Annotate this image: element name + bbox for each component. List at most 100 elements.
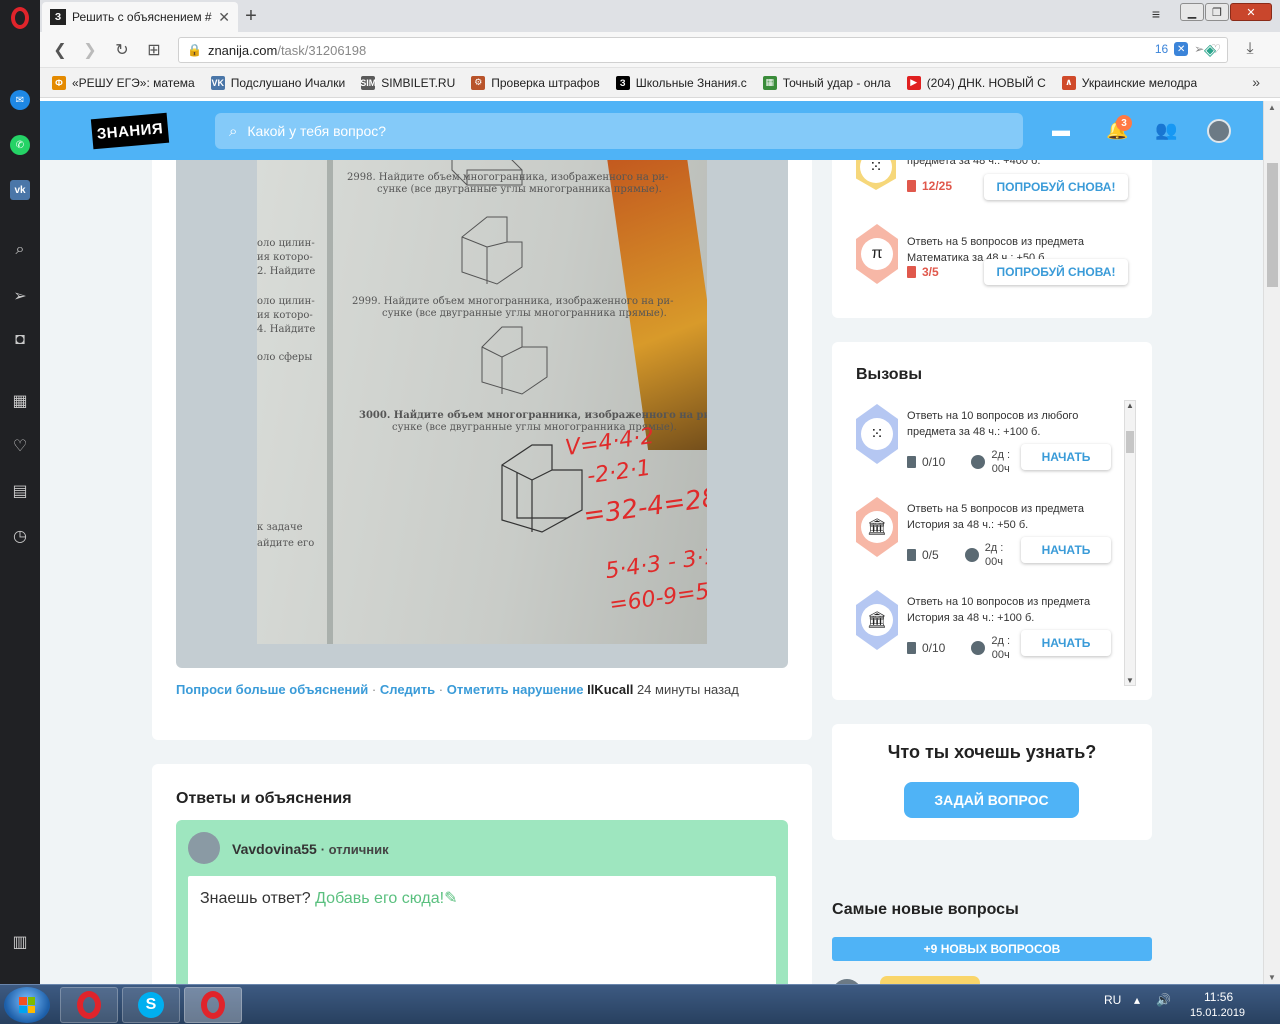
handwriting-line: -2·2·1	[585, 455, 653, 490]
answer-input[interactable]: Знаешь ответ? Добавь его сюда!✎	[188, 876, 776, 984]
opera-menu-icon[interactable]	[8, 6, 32, 30]
tray-arrow-icon[interactable]: ▴	[1134, 993, 1140, 1007]
news-icon[interactable]: ▤	[8, 479, 32, 503]
ask-more-link[interactable]: Попроси больше объяснений	[176, 682, 368, 697]
start-button[interactable]	[4, 987, 50, 1023]
answer-prompt: Знаешь ответ?	[200, 890, 311, 907]
tabs-grid-icon[interactable]: ⊞	[144, 40, 164, 60]
bookmark-item[interactable]: ⚙ Проверка штрафов	[471, 75, 600, 90]
retry-button[interactable]: ПОПРОБУЙ СНОВА!	[984, 259, 1128, 285]
tab-title: Решить с объяснением #	[72, 10, 212, 24]
challenge-progress: 12/25	[907, 179, 952, 193]
question-attachment[interactable]: 2998. Найдите объем многогранника, изобр…	[176, 160, 788, 668]
page-scrollbar[interactable]: ▲ ▼	[1263, 101, 1280, 984]
ask-question-button[interactable]: ЗАДАЙ ВОПРОС	[904, 782, 1079, 818]
bookmarks-more-icon[interactable]: »	[1252, 74, 1260, 90]
book-icon	[907, 266, 916, 278]
bookmark-label: «РЕШУ ЕГЭ»: матема	[72, 75, 195, 90]
bookmark-label: SIMBILET.RU	[381, 75, 456, 90]
reload-icon[interactable]: ↻	[112, 40, 132, 60]
book-icon	[907, 642, 916, 654]
question-author[interactable]: IlKucall	[587, 682, 633, 697]
close-tab-icon[interactable]: ✕	[218, 9, 230, 26]
new-tab-button[interactable]: +	[240, 5, 262, 28]
taskbar-skype[interactable]: S	[122, 987, 180, 1023]
answer-username[interactable]: Vavdovina55	[232, 841, 317, 857]
scroll-thumb[interactable]	[1267, 163, 1278, 287]
challenges-scrollbar[interactable]: ▲ ▼	[1124, 400, 1136, 686]
taskbar-opera[interactable]	[60, 987, 118, 1023]
scroll-thumb[interactable]	[1126, 431, 1134, 453]
challenge-text: предмета за 48 ч.: +400 б.	[907, 160, 1041, 167]
sidebar-toggle-icon[interactable]: ▥	[8, 930, 32, 954]
new-questions-button[interactable]: +9 НОВЫХ ВОПРОСОВ	[832, 937, 1152, 961]
notification-badge: 3	[1116, 115, 1132, 131]
bookmark-item[interactable]: З Школьные Знания.c	[615, 75, 747, 90]
bookmark-item[interactable]: SIM SIMBILET.RU	[361, 75, 456, 90]
bookmark-favicon-icon: ▶	[906, 75, 921, 90]
scroll-down-icon[interactable]: ▼	[1264, 973, 1280, 982]
minimize-button[interactable]: ▁	[1180, 3, 1204, 21]
search-icon: ⌕	[229, 122, 238, 140]
search-box[interactable]: ⌕	[215, 113, 1023, 149]
report-link[interactable]: Отметить нарушение	[447, 682, 584, 697]
whatsapp-icon[interactable]: ✆	[8, 133, 32, 157]
scroll-down-icon[interactable]: ▼	[1125, 676, 1135, 685]
clock-time[interactable]: 11:56	[1204, 990, 1233, 1004]
messages-icon[interactable]: ▬	[1052, 120, 1070, 141]
photo-text-line: сунке (все двугранные углы многогранника…	[382, 308, 667, 319]
polyhedron-drawing	[461, 216, 523, 285]
bookmark-item[interactable]: ∧ Украинские мелодра	[1061, 75, 1197, 90]
vpn-icon[interactable]: ◈	[1200, 40, 1220, 60]
bookmark-item[interactable]: Ф «РЕШУ ЕГЭ»: матема	[52, 75, 195, 90]
bookmark-label: Школьные Знания.c	[635, 75, 747, 90]
close-window-button[interactable]: ✕	[1230, 3, 1272, 21]
vk-icon[interactable]: vk	[8, 178, 32, 202]
photo-text-line: 2. Найдите	[257, 266, 316, 277]
challenges-title: Вызовы	[856, 366, 923, 383]
start-challenge-button[interactable]: НАЧАТЬ	[1021, 630, 1111, 656]
tab-menu-icon[interactable]: ≡	[1144, 5, 1168, 23]
volume-icon[interactable]: 🔊	[1156, 993, 1171, 1007]
clock-icon	[971, 455, 986, 469]
back-icon[interactable]: ❮	[50, 40, 70, 60]
download-icon[interactable]: ⤓	[1240, 40, 1260, 58]
add-answer-link[interactable]: Добавь его сюда!✎	[315, 890, 457, 907]
search-input[interactable]	[247, 123, 948, 139]
bookmark-item[interactable]: ▦ Точный удар - онла	[762, 75, 891, 90]
clock-date[interactable]: 15.01.2019	[1190, 1007, 1245, 1019]
retry-button[interactable]: ПОПРОБУЙ СНОВА!	[984, 174, 1128, 200]
answer-compose-box: Vavdovina55 · отличник Знаешь ответ? Доб…	[176, 820, 788, 984]
bookmark-item[interactable]: VK Подслушано Ичалки	[210, 75, 345, 90]
scroll-up-icon[interactable]: ▲	[1125, 401, 1135, 410]
challenge-progress: 0/5 2д :00ч	[907, 541, 1003, 569]
maximize-button[interactable]: ❐	[1205, 3, 1229, 21]
profile-avatar[interactable]	[1207, 119, 1231, 143]
ad-block-icon[interactable]: ✕	[1174, 42, 1189, 56]
scroll-up-icon[interactable]: ▲	[1264, 103, 1280, 112]
language-indicator[interactable]: RU	[1104, 993, 1121, 1007]
skype-icon: S	[138, 992, 164, 1018]
bookmarks-bar: Ф «РЕШУ ЕГЭ»: матема VK Подслушано Ичалки SI…	[40, 68, 1280, 98]
start-challenge-button[interactable]: НАЧАТЬ	[1021, 537, 1111, 563]
history-icon[interactable]: ◷	[8, 524, 32, 548]
friends-icon[interactable]: 👥	[1155, 120, 1177, 141]
search-icon[interactable]: ⌕	[8, 238, 32, 262]
messenger-icon[interactable]: ✉	[8, 88, 32, 112]
url-field[interactable]: 🔒 znanija.com /task/31206198 16 ✕ ➢ ♡	[178, 37, 1228, 63]
taskbar-opera-active[interactable]	[184, 987, 242, 1023]
bookmark-favicon-icon: ∧	[1061, 75, 1076, 90]
speed-dial-icon[interactable]: ▦	[8, 389, 32, 413]
send-icon[interactable]: ➢	[8, 284, 32, 308]
bookmark-item[interactable]: ▶ (204) ДНК. НОВЫЙ С	[906, 75, 1046, 90]
camera-icon[interactable]: ◘	[8, 328, 32, 352]
opera-sidebar: ✉ ✆ vk ⌕ ➢ ◘ ▦ ♡ ▤ ◷ ▥	[0, 0, 40, 984]
avatar[interactable]	[188, 832, 220, 864]
follow-link[interactable]: Следить	[380, 682, 435, 697]
start-challenge-button[interactable]: НАЧАТЬ	[1021, 444, 1111, 470]
forward-icon[interactable]: ❯	[80, 40, 100, 60]
blocked-count: 16	[1154, 42, 1169, 56]
znania-logo[interactable]: ЗНАНИЯ	[90, 112, 170, 150]
tab-active[interactable]: З Решить с объяснением # ✕	[42, 2, 238, 32]
heart-icon[interactable]: ♡	[8, 434, 32, 458]
